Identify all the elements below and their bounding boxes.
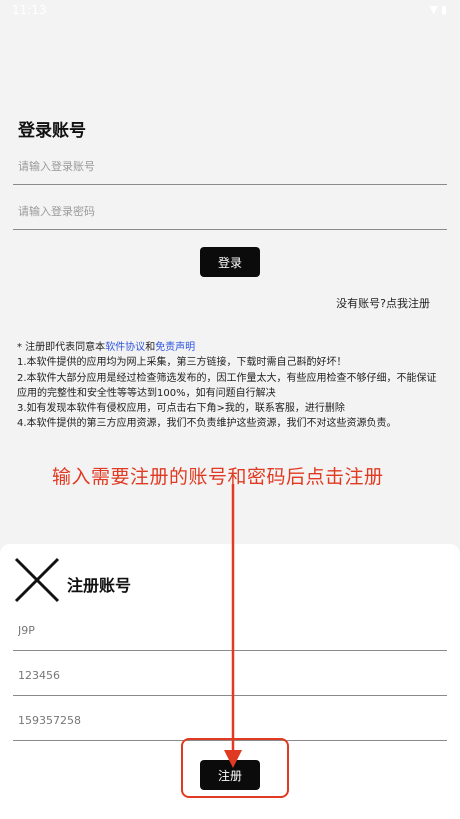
disclaimer-link[interactable]: 免责声明 <box>155 342 195 353</box>
notice-line-2: 2.本软件大部分应用是经过检查筛选发布的，因工作量太大，有些应用检查不够仔细，不… <box>17 372 437 399</box>
register-password-input[interactable] <box>13 656 447 695</box>
status-icons: ▼▮ <box>429 3 450 16</box>
register-highlight-box <box>181 738 289 798</box>
register-phone-input[interactable] <box>13 701 447 740</box>
register-phone-field[interactable] <box>13 701 447 741</box>
register-username-field[interactable] <box>13 611 447 651</box>
register-title: 注册账号 <box>67 576 132 595</box>
notice-line-4: 4.本软件提供的第三方应用资源，我们不负责维护这些资源，我们不对这些资源负责。 <box>17 418 397 430</box>
notice-text: * 注册即代表同意本软件协议和免责声明 1.本软件提供的应用均为网上采集，第三方… <box>17 340 442 432</box>
register-password-field[interactable] <box>13 656 447 696</box>
notice-line-3: 3.如有发现本软件有侵权应用，可点击右下角>我的，联系客服，进行删除 <box>17 403 345 415</box>
register-link[interactable]: 没有账号?点我注册 <box>336 295 430 311</box>
notice-and: 和 <box>145 342 156 353</box>
close-icon[interactable] <box>13 556 61 604</box>
software-agreement-link[interactable]: 软件协议 <box>105 342 145 353</box>
notice-line-1: 1.本软件提供的应用均为网上采集，第三方链接，下载时需自己斟酌好坏！ <box>17 357 347 369</box>
login-account-field[interactable] <box>13 149 447 185</box>
login-account-input[interactable] <box>13 149 447 184</box>
status-bar: 11:13 ▼▮ <box>0 0 460 22</box>
register-username-input[interactable] <box>13 611 447 650</box>
notice-agreement-line: * 注册即代表同意本软件协议和免责声明 <box>17 340 442 355</box>
login-title: 登录账号 <box>18 121 86 141</box>
battery-icon: ▮ <box>440 3 450 16</box>
annotation-text: 输入需要注册的账号和密码后点击注册 <box>52 466 384 488</box>
login-button[interactable]: 登录 <box>200 247 260 277</box>
wifi-icon: ▼ <box>429 3 441 16</box>
login-password-field[interactable] <box>13 194 447 230</box>
status-time: 11:13 <box>12 3 47 17</box>
login-password-input[interactable] <box>13 194 447 229</box>
notice-prefix: * 注册即代表同意本 <box>17 342 106 353</box>
